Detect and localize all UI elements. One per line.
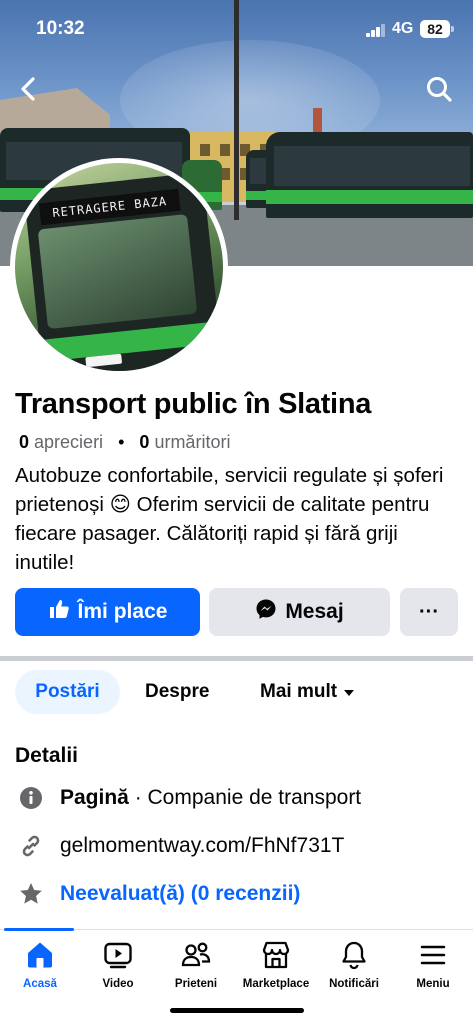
cover-bus-right [266,132,473,218]
ellipsis-icon: ··· [419,600,439,623]
followers-label[interactable]: urmăritori [154,432,230,452]
nav-marketplace[interactable]: Marketplace [236,938,316,990]
marketplace-icon [236,938,316,972]
website-link[interactable]: gelmomentway.com/FhNf731T [60,834,344,858]
messenger-icon [255,598,277,626]
chevron-left-icon[interactable] [14,74,44,104]
message-button[interactable]: Mesaj [209,588,390,636]
like-button[interactable]: Îmi place [15,588,200,636]
avatar-bus: RETRAGERE BAZA [23,172,223,371]
detail-type-strong: Pagină [60,786,129,809]
nav-menu-label: Meniu [416,978,450,990]
nav-notifications-label: Notificări [329,978,379,990]
nav-friends-label: Prieteni [174,978,218,990]
info-icon [18,785,44,811]
tab-more[interactable]: Mai mult [260,670,355,714]
message-button-label: Mesaj [285,600,344,623]
nav-home-label: Acasă [23,978,57,990]
rating-link[interactable]: Neevaluat(ă) (0 recenzii) [60,882,300,906]
detail-website[interactable]: gelmomentway.com/FhNf731T [18,831,344,861]
nav-notifications[interactable]: Notificări [314,938,394,990]
page-bio: Autobuze confortabile, servicii regulate… [15,464,444,574]
more-options-button[interactable]: ··· [400,588,458,636]
thumbs-up-icon [48,598,70,626]
likes-label[interactable]: aprecieri [34,432,103,452]
nav-home[interactable]: Acasă [0,938,80,990]
details-heading: Detalii [15,744,79,767]
nav-friends[interactable]: Prieteni [156,938,236,990]
followers-count: 0 [139,432,150,452]
nav-video-label: Video [102,978,134,990]
avatar-photo: RETRAGERE BAZA [15,163,223,371]
tab-more-label: Mai mult [260,681,338,702]
likes-count: 0 [19,432,30,452]
status-bar: 10:32 4G 82 [0,0,473,60]
bell-icon [314,938,394,972]
star-icon [18,881,44,907]
search-icon[interactable] [424,74,454,104]
detail-rating[interactable]: Neevaluat(ă) (0 recenzii) [18,879,300,909]
link-icon [18,833,44,859]
battery-tip [451,26,454,32]
caret-down-icon [343,681,355,703]
active-tab-indicator [4,928,74,931]
page-title: Transport public în Slatina [15,388,372,420]
home-indicator[interactable] [170,1008,304,1013]
tab-posts[interactable]: Postări [15,670,120,714]
nav-menu[interactable]: Meniu [393,938,473,990]
friends-icon [156,938,236,972]
signal-icon [366,23,386,37]
like-button-label: Îmi place [77,600,168,623]
battery-icon: 82 [420,20,450,38]
separator-dot: • [118,432,125,452]
detail-type-rest: · Companie de transport [128,786,362,809]
tab-about[interactable]: Despre [145,670,209,714]
nav-video[interactable]: Video [78,938,158,990]
home-icon [0,938,80,972]
nav-marketplace-label: Marketplace [242,978,310,990]
menu-icon [393,938,473,972]
detail-page-type: Pagină · Companie de transport [18,783,361,813]
profile-avatar[interactable]: RETRAGERE BAZA [10,158,228,376]
video-icon [78,938,158,972]
page-stats: 0 aprecieri • 0 urmăritori [19,432,230,453]
network-type: 4G [392,20,414,37]
status-time: 10:32 [36,18,85,39]
section-divider [0,656,473,661]
